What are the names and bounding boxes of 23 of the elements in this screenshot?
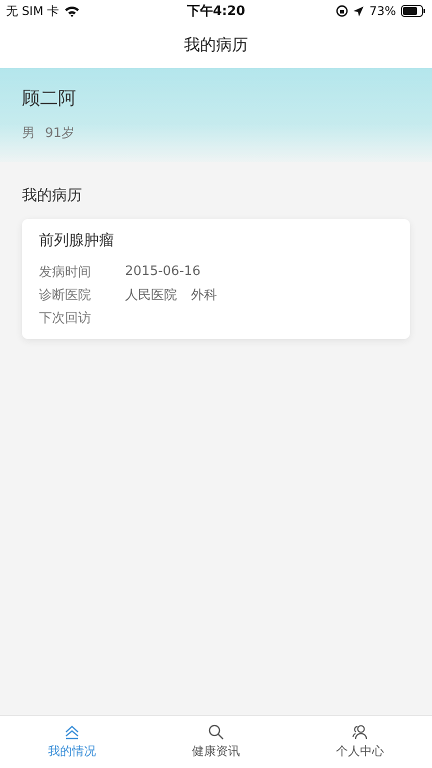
field-label: 诊断医院 — [39, 286, 92, 304]
battery-icon — [401, 5, 426, 17]
people-icon — [352, 724, 368, 740]
diagnosis-title: 前列腺肿瘤 — [39, 231, 115, 250]
patient-name: 顾二阿 — [22, 87, 77, 110]
clock-text: 下午4:20 — [186, 3, 246, 20]
tab[interactable]: 健康资讯 — [144, 716, 288, 768]
wifi-icon — [64, 5, 80, 17]
field-value: 人民医院 — [125, 286, 177, 304]
section-title: 我的病历 — [22, 186, 83, 205]
tab[interactable]: 个人中心 — [288, 716, 432, 768]
field-value: 外科 — [191, 286, 217, 304]
battery-text: 73% — [369, 4, 396, 18]
field-label: 发病时间 — [39, 264, 92, 280]
page-title: 我的病历 — [184, 34, 248, 56]
field-label: 下次回访 — [39, 310, 92, 326]
carrier-text: 无 SIM 卡 — [6, 2, 60, 20]
record-card[interactable]: 前列腺肿瘤 发病时间 2015-06-16 诊断医院 人民医院 外科 下次回访 — [22, 219, 410, 339]
age-text: 91岁 — [45, 125, 75, 142]
location-arrow-icon — [353, 6, 364, 16]
gender-text: 男 — [22, 125, 35, 142]
field-value: 2015-06-16 — [125, 264, 201, 279]
search-icon — [208, 724, 224, 740]
